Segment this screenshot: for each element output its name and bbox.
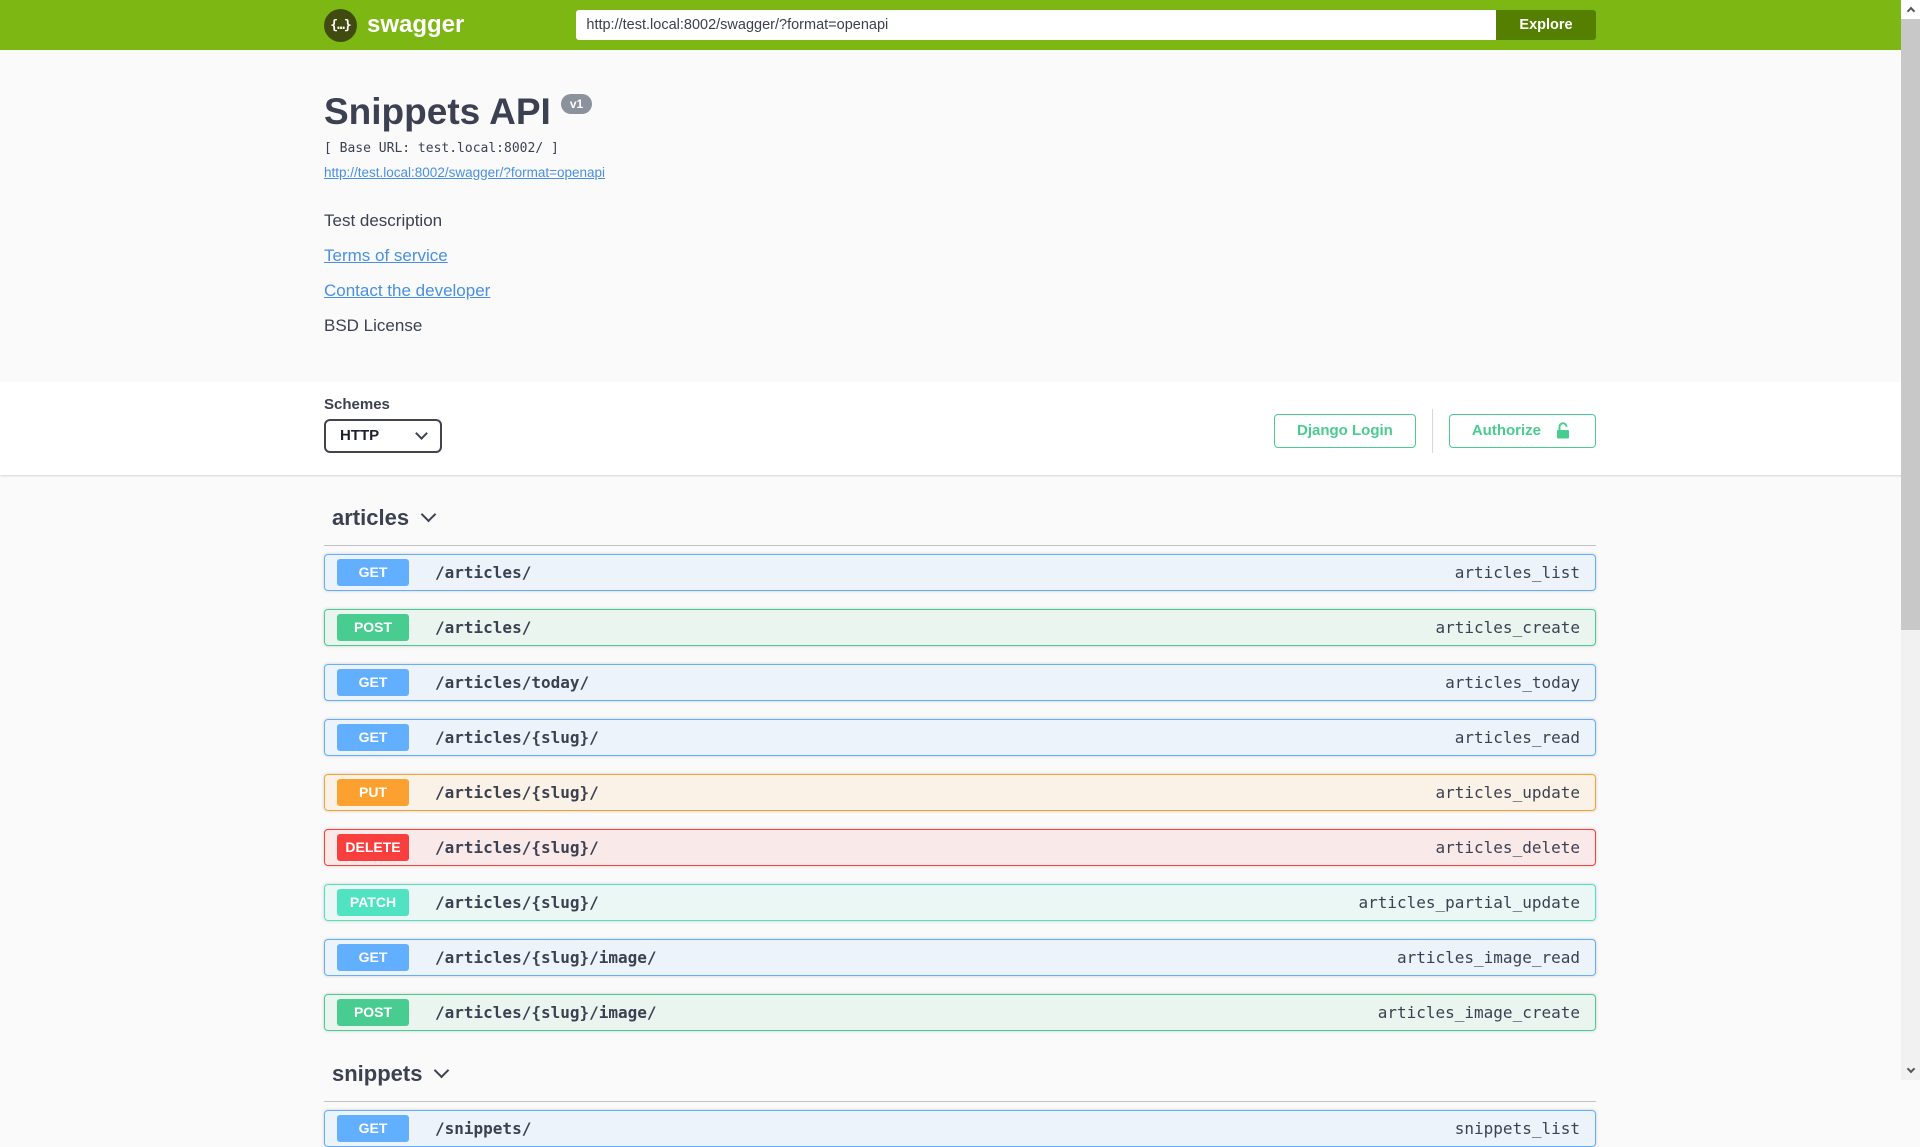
api-description: Test description bbox=[324, 210, 443, 230]
swagger-brand[interactable]: {…} swagger bbox=[324, 8, 465, 42]
opblock-snippets_list[interactable]: GET/snippets/snippets_list bbox=[324, 1109, 1596, 1147]
lock-open-icon bbox=[1557, 422, 1569, 439]
method-badge: GET bbox=[337, 668, 409, 696]
explore-form: Explore bbox=[576, 10, 1596, 40]
terms-of-service-link[interactable]: Terms of service bbox=[324, 246, 448, 266]
method-badge: GET bbox=[337, 943, 409, 971]
operation-id: articles_partial_update bbox=[1358, 892, 1580, 912]
chevron-down-icon bbox=[434, 1062, 450, 1078]
explore-button[interactable]: Explore bbox=[1496, 10, 1596, 40]
method-badge: GET bbox=[337, 558, 409, 586]
topbar: {…} swagger Explore bbox=[0, 0, 1920, 50]
opblock-articles_delete[interactable]: DELETE/articles/{slug}/ articles_delete bbox=[324, 828, 1596, 866]
schemes-block: Schemes HTTP bbox=[324, 396, 442, 453]
operation-id: articles_image_read bbox=[1396, 947, 1580, 967]
auth-wrapper: Django Login Authorize bbox=[1274, 408, 1596, 453]
info-section: Snippets API v1 [ Base URL: test.local:8… bbox=[0, 50, 1920, 382]
chevron-down-icon bbox=[1906, 1064, 1915, 1074]
operation-id: articles_list bbox=[1454, 562, 1580, 582]
schemes-label: Schemes bbox=[324, 395, 390, 413]
operation-path: /snippets/ bbox=[435, 1118, 532, 1138]
opblock-list: GET/snippets/snippets_list bbox=[324, 1102, 1596, 1147]
operation-id: articles_update bbox=[1435, 782, 1581, 802]
django-login-button[interactable]: Django Login bbox=[1274, 413, 1416, 448]
operation-path: /articles/{slug}/ bbox=[435, 837, 599, 857]
operation-id: articles_create bbox=[1435, 617, 1581, 637]
operation-id: articles_today bbox=[1445, 672, 1580, 692]
method-badge: POST bbox=[337, 998, 409, 1026]
base-url-text: [ Base URL: test.local:8002/ ] bbox=[324, 140, 559, 156]
operation-id: articles_read bbox=[1454, 727, 1580, 747]
tag-name: snippets bbox=[332, 1060, 423, 1086]
operation-id: articles_delete bbox=[1435, 837, 1581, 857]
chevron-up-icon bbox=[1906, 6, 1915, 16]
opblock-articles_list[interactable]: GET/articles/articles_list bbox=[324, 553, 1596, 591]
scrollbar-up-button[interactable] bbox=[1901, 0, 1920, 19]
operation-path: /articles/today/ bbox=[435, 672, 590, 692]
operation-id: snippets_list bbox=[1454, 1118, 1580, 1138]
operation-path: /articles/ bbox=[435, 617, 532, 637]
opblock-articles_update[interactable]: PUT/articles/{slug}/ articles_update bbox=[324, 773, 1596, 811]
auth-divider bbox=[1431, 408, 1433, 453]
tag-header-articles[interactable]: articles bbox=[324, 505, 1596, 546]
operation-path: /articles/{slug}/image/ bbox=[435, 1002, 657, 1022]
spec-url-input[interactable] bbox=[576, 10, 1496, 40]
license-text: BSD License bbox=[324, 315, 423, 335]
chevron-down-icon bbox=[420, 506, 437, 522]
operation-id: articles_image_create bbox=[1377, 1002, 1580, 1022]
method-badge: DELETE bbox=[337, 833, 409, 861]
scrollbar-down-button[interactable] bbox=[1901, 1061, 1920, 1080]
tag-section-articles: articles GET/articles/articles_list POST/a… bbox=[324, 505, 1596, 1031]
operation-path: /articles/{slug}/image/ bbox=[435, 947, 657, 967]
scheme-section: Schemes HTTP Django Login Authorize bbox=[0, 381, 1920, 475]
spec-link[interactable]: http://test.local:8002/swagger/?format=o… bbox=[324, 165, 605, 180]
authorize-label: Authorize bbox=[1471, 422, 1541, 440]
method-badge: PATCH bbox=[337, 888, 409, 916]
opblock-articles_read[interactable]: GET/articles/{slug}/ articles_read bbox=[324, 718, 1596, 756]
operation-path: /articles/{slug}/ bbox=[435, 727, 599, 747]
page-title: Snippets API bbox=[324, 91, 551, 132]
authorize-button[interactable]: Authorize bbox=[1448, 413, 1596, 448]
tag-name: articles bbox=[332, 504, 410, 530]
api-sections: articles GET/articles/articles_list POST/a… bbox=[324, 505, 1596, 1147]
opblock-articles_partial_update[interactable]: PATCH/articles/{slug}/ articles_partial_u… bbox=[324, 883, 1596, 921]
scrollbar[interactable] bbox=[1901, 0, 1920, 1080]
method-badge: POST bbox=[337, 613, 409, 641]
opblock-articles_today[interactable]: GET/articles/today/articles_today bbox=[324, 663, 1596, 701]
chevron-down-icon bbox=[415, 426, 428, 440]
tag-header-snippets[interactable]: snippets bbox=[324, 1061, 1596, 1102]
opblock-articles_image_create[interactable]: POST/articles/{slug}/image/articles_imag… bbox=[324, 993, 1596, 1031]
operation-path: /articles/{slug}/ bbox=[435, 782, 599, 802]
schemes-selected-value: HTTP bbox=[340, 427, 380, 445]
tag-section-snippets: snippets GET/snippets/snippets_list bbox=[324, 1061, 1596, 1147]
contact-developer-link[interactable]: Contact the developer bbox=[324, 281, 490, 301]
operation-path: /articles/{slug}/ bbox=[435, 892, 599, 912]
opblock-list: GET/articles/articles_list POST/articles/… bbox=[324, 546, 1596, 1031]
scrollbar-thumb[interactable] bbox=[1901, 19, 1920, 630]
version-badge: v1 bbox=[560, 94, 593, 114]
method-badge: PUT bbox=[337, 778, 409, 806]
opblock-articles_image_read[interactable]: GET/articles/{slug}/image/articles_image… bbox=[324, 938, 1596, 976]
method-badge: GET bbox=[337, 1114, 409, 1142]
operation-path: /articles/ bbox=[435, 562, 532, 582]
swagger-logo-icon: {…} bbox=[324, 8, 357, 42]
opblock-articles_create[interactable]: POST/articles/articles_create bbox=[324, 608, 1596, 646]
method-badge: GET bbox=[337, 723, 409, 751]
schemes-select[interactable]: HTTP bbox=[324, 418, 442, 453]
brand-name: swagger bbox=[367, 11, 465, 38]
django-login-label: Django Login bbox=[1297, 422, 1393, 440]
